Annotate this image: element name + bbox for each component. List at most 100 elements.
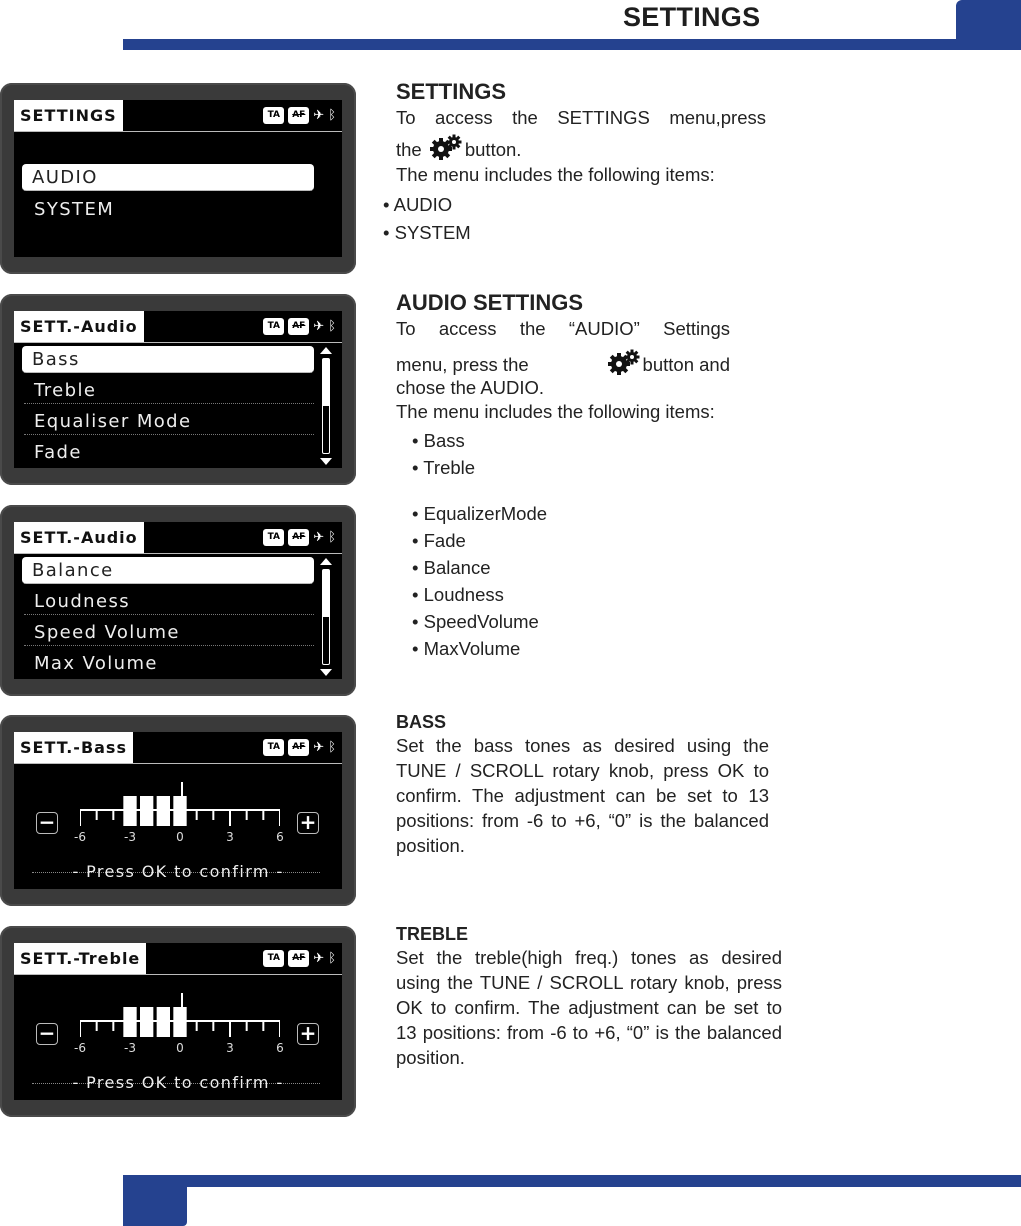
af-badge: AF xyxy=(288,739,310,756)
bluetooth-icon: ᛒ xyxy=(328,951,336,966)
mute-icon: ✈ xyxy=(313,740,325,755)
af-badge: AF xyxy=(288,529,310,546)
screen-title: SETTINGS xyxy=(14,100,123,131)
tick-label: 0 xyxy=(176,1041,184,1055)
menu-item[interactable]: Treble xyxy=(24,377,314,404)
menu-item[interactable]: Loudness xyxy=(24,588,314,615)
level-block xyxy=(156,1007,170,1037)
list-item: MaxVolume xyxy=(412,635,521,662)
device-screen-audio-2: SETT.-Audio TA AF ✈ ᛒ Balance Loudness S… xyxy=(0,505,356,696)
section-heading: TREBLE xyxy=(396,924,468,944)
section-heading: BASS xyxy=(396,712,447,732)
ta-badge: TA xyxy=(263,318,285,335)
list-item: AUDIO xyxy=(383,191,453,218)
header-tab xyxy=(956,0,1021,50)
text: menu, press the xyxy=(396,354,529,375)
list-item: Bass xyxy=(412,427,465,454)
list-item: EqualizerMode xyxy=(412,500,547,527)
scroll-up-icon[interactable] xyxy=(320,558,332,565)
menu-item[interactable]: Balance xyxy=(22,557,314,584)
menu-item-system[interactable]: SYSTEM xyxy=(24,196,314,223)
scroll-down-icon[interactable] xyxy=(320,669,332,676)
page-title: SETTINGS xyxy=(623,2,761,32)
paragraph-line: The menu includes the following items: xyxy=(396,164,715,185)
section-body: Set the bass tones as desired using the … xyxy=(396,735,769,856)
af-badge: AF xyxy=(288,107,310,124)
bluetooth-icon: ᛒ xyxy=(328,108,336,123)
level-block xyxy=(173,796,187,826)
section-heading: SETTINGS xyxy=(396,79,507,104)
tick-label: 0 xyxy=(176,830,184,844)
scrollbar-thumb[interactable] xyxy=(323,359,329,406)
menu-item[interactable]: Equaliser Mode xyxy=(24,408,314,435)
list-item: Treble xyxy=(412,454,475,481)
bluetooth-icon: ᛒ xyxy=(328,530,336,545)
divider xyxy=(14,763,342,764)
section-settings: SETTINGS To access the SETTINGS menu,pre… xyxy=(396,79,766,187)
scroll-up-icon[interactable] xyxy=(320,347,332,354)
text: the xyxy=(396,139,422,160)
scrollbar[interactable] xyxy=(320,347,332,465)
paragraph-line: chose the AUDIO. xyxy=(396,377,545,398)
menu-item[interactable]: Bass xyxy=(22,346,314,373)
footer-tab xyxy=(123,1175,187,1226)
tick-label: 6 xyxy=(276,830,284,844)
device-screen-bass: SETT.-Bass TA AF ✈ ᛒ − + -6 -3 0 3 6 - Press… xyxy=(0,715,356,906)
screen-title: SETT.-Bass xyxy=(14,732,133,763)
menu-item[interactable]: Speed Volume xyxy=(24,619,314,646)
menu-item-audio[interactable]: AUDIO xyxy=(22,164,314,191)
status-icons: TA AF ✈ ᛒ xyxy=(263,950,336,967)
bluetooth-icon: ᛒ xyxy=(328,740,336,755)
paragraph-line: the button. xyxy=(396,134,766,162)
plus-button[interactable]: + xyxy=(297,1023,319,1045)
tick-label: -6 xyxy=(74,1041,86,1055)
mute-icon: ✈ xyxy=(313,319,325,334)
level-block xyxy=(156,796,170,826)
status-icons: TA AF ✈ ᛒ xyxy=(263,107,336,124)
minus-button[interactable]: − xyxy=(36,812,58,834)
list-item: SYSTEM xyxy=(383,219,471,246)
text: button and xyxy=(642,354,730,375)
ta-badge: TA xyxy=(263,739,285,756)
settings-gear-icon xyxy=(607,349,640,375)
footer-bar xyxy=(123,1175,1021,1187)
ta-badge: TA xyxy=(263,950,285,967)
scrollbar-thumb[interactable] xyxy=(323,570,329,617)
menu-item[interactable]: Max Volume xyxy=(24,650,314,677)
menu-item[interactable]: Fade xyxy=(24,439,314,466)
paragraph-line: The menu includes the following items: xyxy=(396,401,715,422)
minus-button[interactable]: − xyxy=(36,1023,58,1045)
mute-icon: ✈ xyxy=(313,530,325,545)
scrollbar[interactable] xyxy=(320,558,332,676)
divider xyxy=(14,553,342,554)
scale-svg xyxy=(80,782,280,826)
screen-title: SETT.-Treble xyxy=(14,943,147,974)
status-icons: TA AF ✈ ᛒ xyxy=(263,529,336,546)
treble-level-scale[interactable]: -6 -3 0 3 6 xyxy=(74,993,284,1073)
level-block xyxy=(173,1007,187,1037)
divider xyxy=(14,131,342,132)
header-bar xyxy=(123,39,1021,50)
mute-icon: ✈ xyxy=(313,108,325,123)
list-item: Balance xyxy=(412,554,491,581)
section-treble: TREBLE Set the treble(high freq.) tones … xyxy=(396,923,782,1070)
scale-svg xyxy=(80,993,280,1037)
paragraph-line: To access the SETTINGS menu,press xyxy=(396,107,766,128)
level-block xyxy=(140,1007,154,1037)
scroll-down-icon[interactable] xyxy=(320,458,332,465)
ta-badge: TA xyxy=(263,529,285,546)
bass-level-scale[interactable]: -6 -3 0 3 6 xyxy=(74,782,284,862)
section-body: Set the treble(high freq.) tones as desi… xyxy=(396,947,782,1068)
plus-button[interactable]: + xyxy=(297,812,319,834)
screen-title: SETT.-Audio xyxy=(14,311,144,342)
section-audio-settings: AUDIO SETTINGS To access the “AUDIO” Set… xyxy=(396,290,730,424)
paragraph-line: menu, press the button and xyxy=(396,349,730,377)
list-item: SpeedVolume xyxy=(412,608,539,635)
tick-label: -6 xyxy=(74,830,86,844)
device-screen-settings: SETTINGS TA AF ✈ ᛒ AUDIO SYSTEM xyxy=(0,83,356,274)
list-item: Loudness xyxy=(412,581,504,608)
divider xyxy=(14,974,342,975)
divider xyxy=(14,342,342,343)
section-heading: AUDIO SETTINGS xyxy=(396,290,584,315)
text: button. xyxy=(464,139,522,160)
